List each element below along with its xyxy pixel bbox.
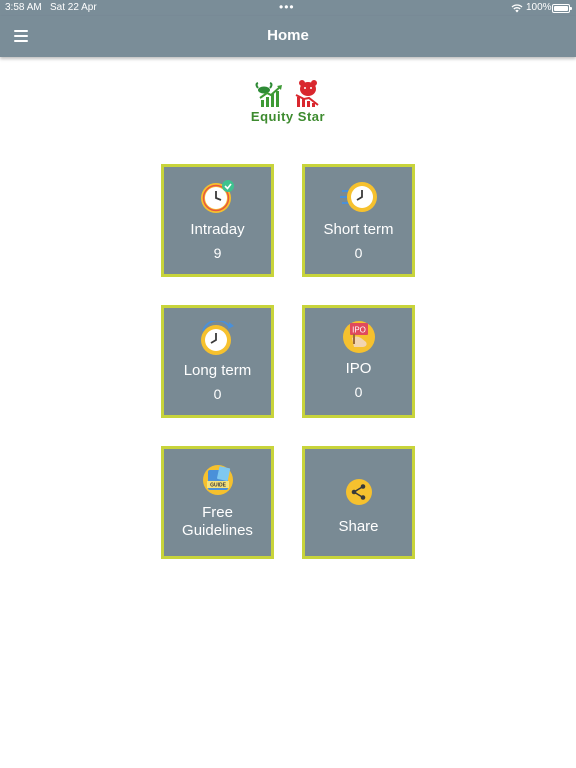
svg-text:GUIDE: GUIDE bbox=[210, 483, 227, 489]
battery-percentage: 100% bbox=[526, 2, 552, 13]
logo-word-star: Star bbox=[297, 109, 326, 124]
tile-label: Intraday bbox=[190, 221, 245, 238]
guide-book-icon: GUIDE bbox=[202, 465, 233, 495]
bear-chart-icon bbox=[295, 80, 319, 107]
tile-label-line2: Guidelines bbox=[182, 522, 253, 539]
app-bar: Home bbox=[0, 16, 576, 57]
clock-cycle-icon bbox=[200, 321, 234, 355]
page-title: Home bbox=[267, 27, 309, 44]
tile-ipo[interactable]: IPO IPO 0 bbox=[302, 305, 415, 418]
bull-chart-icon bbox=[255, 82, 282, 107]
ipo-icon: IPO bbox=[342, 321, 375, 353]
logo-text: Equity Star bbox=[238, 109, 338, 124]
status-date: Sat 22 Apr bbox=[50, 2, 97, 13]
tile-label-line1: Free bbox=[202, 504, 233, 521]
wifi-icon bbox=[511, 4, 523, 13]
tile-share[interactable]: Share bbox=[302, 446, 415, 559]
tile-label: Short term bbox=[323, 221, 394, 238]
multitasking-dots[interactable]: ••• bbox=[279, 0, 295, 14]
share-icon bbox=[345, 479, 372, 505]
clock-check-icon bbox=[200, 180, 234, 213]
tile-label: Long term bbox=[183, 362, 252, 379]
logo-word-equity: Equity bbox=[250, 109, 294, 124]
status-time: 3:58 AM bbox=[5, 2, 42, 13]
tile-free-guidelines[interactable]: GUIDE Free Guidelines bbox=[161, 446, 274, 559]
tile-count: 0 bbox=[354, 245, 363, 261]
tile-count: 9 bbox=[213, 245, 222, 261]
tile-intraday[interactable]: Intraday 9 bbox=[161, 164, 274, 277]
battery-icon bbox=[552, 4, 572, 13]
tile-short-term[interactable]: Short term 0 bbox=[302, 164, 415, 277]
status-bar: 3:58 AM Sat 22 Apr ••• 100% bbox=[0, 0, 576, 16]
tile-count: 0 bbox=[354, 384, 363, 400]
svg-text:IPO: IPO bbox=[352, 326, 366, 335]
tile-long-term[interactable]: Long term 0 bbox=[161, 305, 274, 418]
equity-star-logo: Equity Star bbox=[238, 76, 338, 128]
tile-count: 0 bbox=[213, 386, 222, 402]
tile-label: IPO bbox=[345, 360, 372, 377]
clock-fast-icon bbox=[339, 182, 377, 212]
tile-label: Share bbox=[338, 518, 379, 535]
